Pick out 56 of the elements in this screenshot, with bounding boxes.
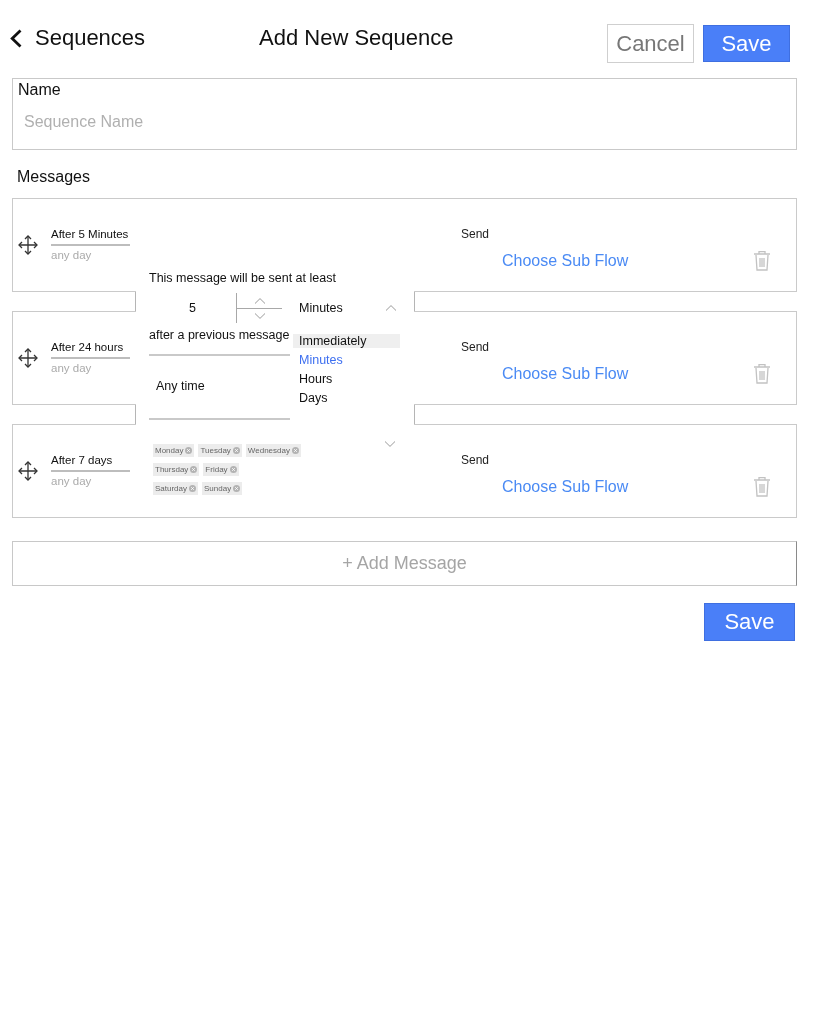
stepper-control[interactable] xyxy=(236,293,282,323)
chevron-down-icon[interactable] xyxy=(253,313,266,319)
dropdown-option[interactable]: Days xyxy=(293,391,400,405)
subflow-link[interactable]: Choose Sub Flow xyxy=(502,250,629,271)
dropdown-option[interactable]: Immediately xyxy=(293,334,400,348)
dropdown-option[interactable]: Hours xyxy=(293,372,400,386)
remove-icon[interactable] xyxy=(291,447,299,454)
trash-icon[interactable] xyxy=(753,363,771,384)
move-icon[interactable] xyxy=(18,461,38,481)
chevron-up-icon[interactable] xyxy=(253,297,266,304)
page-title: Add New Sequence xyxy=(259,25,454,51)
day-chip[interactable]: Friday xyxy=(203,463,239,476)
remove-icon[interactable] xyxy=(229,466,237,473)
subflow-link[interactable]: Choose Sub Flow xyxy=(502,363,629,384)
save-button[interactable]: Save xyxy=(703,25,790,62)
day-chip[interactable]: Tuesday xyxy=(198,444,242,457)
delay-select[interactable]: After 5 Minutes xyxy=(51,227,130,246)
move-icon[interactable] xyxy=(18,348,38,368)
name-field[interactable]: Name Sequence Name xyxy=(12,78,797,150)
time-field[interactable]: Any time xyxy=(149,373,290,420)
trash-icon[interactable] xyxy=(753,476,771,497)
send-label: Send xyxy=(461,339,490,355)
send-label: Send xyxy=(461,452,490,468)
name-input[interactable]: Sequence Name xyxy=(18,108,788,136)
day-chip[interactable]: Monday xyxy=(153,444,195,457)
remove-icon[interactable] xyxy=(190,466,198,473)
send-label: Send xyxy=(461,226,490,242)
day-chip[interactable]: Thursday xyxy=(153,463,200,476)
remove-icon[interactable] xyxy=(232,447,240,454)
field-label: Name xyxy=(18,80,61,100)
move-icon[interactable] xyxy=(18,235,38,255)
delay-select[interactable]: After 7 days xyxy=(51,453,130,472)
day-chip[interactable]: Saturday xyxy=(153,482,199,495)
day-chip[interactable]: Sunday xyxy=(202,482,243,495)
popover-intro: This message will be sent at least xyxy=(149,270,336,286)
trash-icon[interactable] xyxy=(753,250,771,271)
remove-icon[interactable] xyxy=(233,485,241,492)
dropdown-option[interactable]: Minutes xyxy=(293,353,400,367)
unit-select[interactable]: Minutes xyxy=(293,293,400,323)
delay-select[interactable]: After 24 hours xyxy=(51,340,130,359)
chevron-left-icon xyxy=(10,28,22,48)
number-field[interactable]: 5 xyxy=(149,293,236,323)
days-summary: any day xyxy=(51,248,92,263)
save-button[interactable]: Save xyxy=(704,603,795,641)
day-chip[interactable]: Wednesday xyxy=(245,444,301,457)
remove-icon[interactable] xyxy=(189,485,197,492)
popover-suffix: after a previous message xyxy=(149,327,290,343)
remove-icon[interactable] xyxy=(185,447,193,454)
cancel-button[interactable]: Cancel xyxy=(607,24,694,63)
chevron-up-icon xyxy=(385,305,397,311)
days-summary: any day xyxy=(51,361,92,376)
back-button[interactable]: Sequences xyxy=(10,25,146,51)
chevron-down-icon[interactable] xyxy=(384,441,396,447)
days-summary: any day xyxy=(51,474,92,489)
section-heading: Messages xyxy=(17,167,90,187)
subflow-link[interactable]: Choose Sub Flow xyxy=(502,476,629,497)
